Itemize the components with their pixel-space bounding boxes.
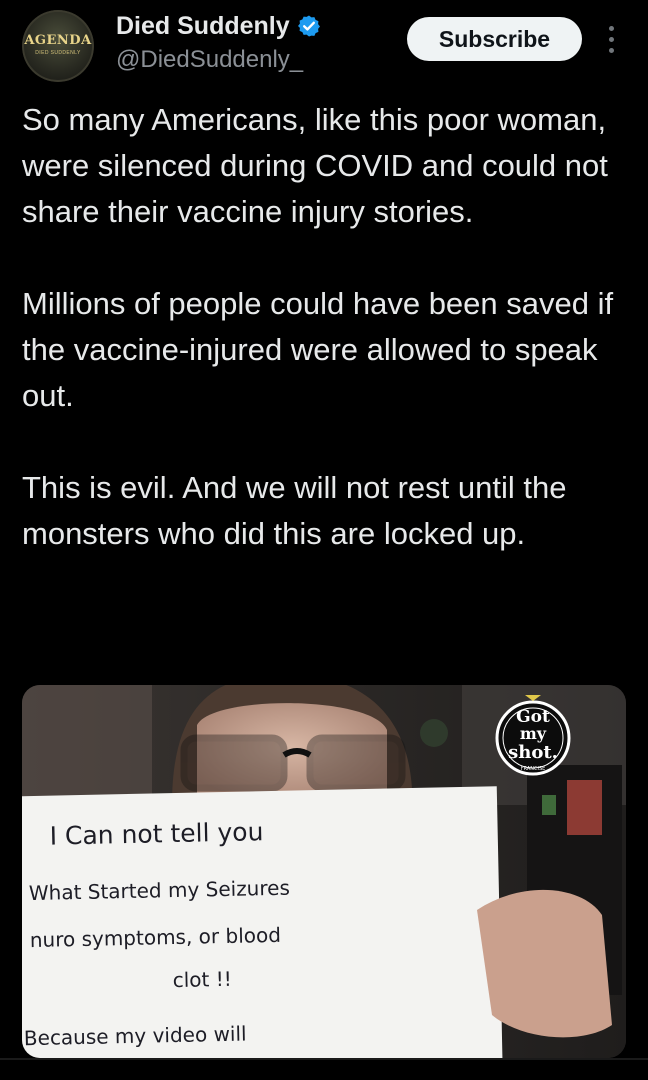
verified-badge-icon — [297, 15, 320, 37]
avatar-brand-text: AGENDA — [24, 33, 92, 48]
plant-decoration — [420, 719, 448, 747]
video-frame: I Can not tell you What Started my Seizu… — [22, 685, 626, 1058]
handwritten-sign: I Can not tell you What Started my Seizu… — [22, 786, 503, 1058]
display-name[interactable]: Died Suddenly — [116, 12, 290, 41]
post-paragraph: Millions of people could have been saved… — [22, 286, 614, 413]
post-header: AGENDA DIED SUDDENLY Died Suddenly @Died… — [0, 0, 648, 92]
post-text: So many Americans, like this poor woman,… — [22, 97, 632, 557]
fridge-magnet — [542, 795, 556, 815]
avatar[interactable]: AGENDA DIED SUDDENLY — [22, 10, 94, 82]
more-dot — [609, 37, 614, 42]
more-dot — [609, 26, 614, 31]
hand — [477, 889, 612, 1038]
sign-line: clot !! — [172, 967, 232, 992]
post-paragraph: This is evil. And we will not rest until… — [22, 470, 567, 551]
more-dot — [609, 48, 614, 53]
account-handle[interactable]: @DiedSuddenly_ — [116, 46, 303, 74]
divider — [0, 1058, 648, 1060]
avatar-sub-text: DIED SUDDENLY — [35, 50, 81, 56]
badge-small-text: FRANCISE — [521, 766, 546, 772]
sign-line: Because my video will — [24, 1022, 247, 1051]
post-paragraph: So many Americans, like this poor woman,… — [22, 102, 608, 229]
name-row: Died Suddenly — [116, 10, 321, 42]
subscribe-button[interactable]: Subscribe — [407, 17, 582, 61]
more-options-icon[interactable] — [598, 22, 626, 56]
fridge-magnet — [567, 780, 602, 835]
sign-line: I Can not tell you — [49, 817, 263, 850]
badge-text: my — [520, 724, 547, 743]
post-video[interactable]: I Can not tell you What Started my Seizu… — [22, 685, 626, 1058]
badge-text: shot. — [508, 742, 558, 763]
